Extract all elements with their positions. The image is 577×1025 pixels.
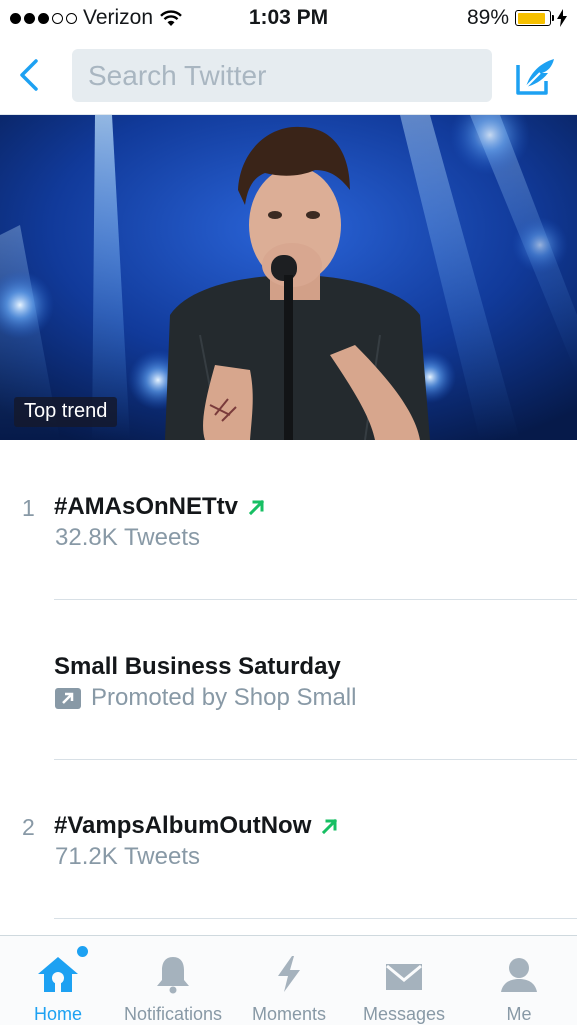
compose-tweet-icon xyxy=(516,59,554,95)
search-header xyxy=(0,38,577,115)
promoted-icon xyxy=(55,687,81,709)
trend-title: Small Business Saturday xyxy=(54,653,341,680)
trend-meta: 32.8K Tweets xyxy=(55,524,200,552)
tab-label: Messages xyxy=(362,1004,446,1024)
search-input[interactable] xyxy=(72,49,492,102)
charging-bolt-icon xyxy=(557,9,567,27)
promoted-by: Promoted by Shop Small xyxy=(91,684,357,711)
trend-item[interactable]: 2 #VampsAlbumOutNow 71.2K Tweets xyxy=(0,760,577,920)
person-icon xyxy=(499,948,539,994)
trend-meta: Promoted by Shop Small xyxy=(55,684,356,712)
trend-title: #AMAsOnNETtv xyxy=(54,493,239,520)
tab-messages[interactable]: Messages xyxy=(355,936,453,1025)
search-box[interactable] xyxy=(72,49,492,102)
trend-rank: 2 xyxy=(22,814,35,840)
trend-name: Small Business Saturday xyxy=(54,653,341,681)
top-trend-badge: Top trend xyxy=(14,397,118,427)
trend-rank: 1 xyxy=(22,495,35,521)
tab-label: Me xyxy=(506,1004,532,1024)
new-content-dot xyxy=(77,946,88,957)
compose-button[interactable] xyxy=(514,55,558,99)
tweet-count: 32.8K Tweets xyxy=(55,524,200,551)
tab-label: Notifications xyxy=(123,1004,223,1024)
trend-item[interactable]: 1 #AMAsOnNETtv 32.8K Tweets xyxy=(0,440,577,600)
promoted-trend-item[interactable]: Small Business Saturday Promoted by Shop… xyxy=(0,600,577,760)
bell-icon xyxy=(153,948,193,994)
tab-notifications[interactable]: Notifications xyxy=(112,936,234,1025)
status-bar: Verizon 1:03 PM 89% xyxy=(0,0,577,38)
hero-image xyxy=(0,115,577,440)
trend-meta: 71.2K Tweets xyxy=(55,843,200,871)
tweet-count: 71.2K Tweets xyxy=(55,843,200,870)
trend-name: #AMAsOnNETtv xyxy=(54,493,266,521)
top-trend-hero[interactable]: Top trend xyxy=(0,115,577,440)
battery-status: 89% xyxy=(467,6,567,30)
trend-title: #VampsAlbumOutNow xyxy=(54,812,312,839)
tab-moments[interactable]: Moments xyxy=(243,936,335,1025)
trend-name: #VampsAlbumOutNow xyxy=(54,812,339,840)
battery-icon xyxy=(515,10,554,26)
trending-arrow-icon xyxy=(322,818,338,835)
battery-percent: 89% xyxy=(466,6,509,29)
battery-level xyxy=(517,12,546,24)
tab-bar: Home Notifications Moments Messages Me xyxy=(0,935,577,1025)
tab-label: Home xyxy=(33,1004,82,1024)
tab-label: Moments xyxy=(251,1004,327,1024)
tab-me[interactable]: Me xyxy=(488,936,550,1025)
envelope-icon xyxy=(384,948,424,994)
lightning-icon xyxy=(276,948,302,994)
trending-arrow-icon xyxy=(248,499,265,516)
chevron-left-icon xyxy=(20,59,38,91)
tab-home[interactable]: Home xyxy=(18,936,98,1025)
back-button[interactable] xyxy=(14,56,44,94)
home-icon xyxy=(36,946,88,994)
divider xyxy=(54,918,577,919)
